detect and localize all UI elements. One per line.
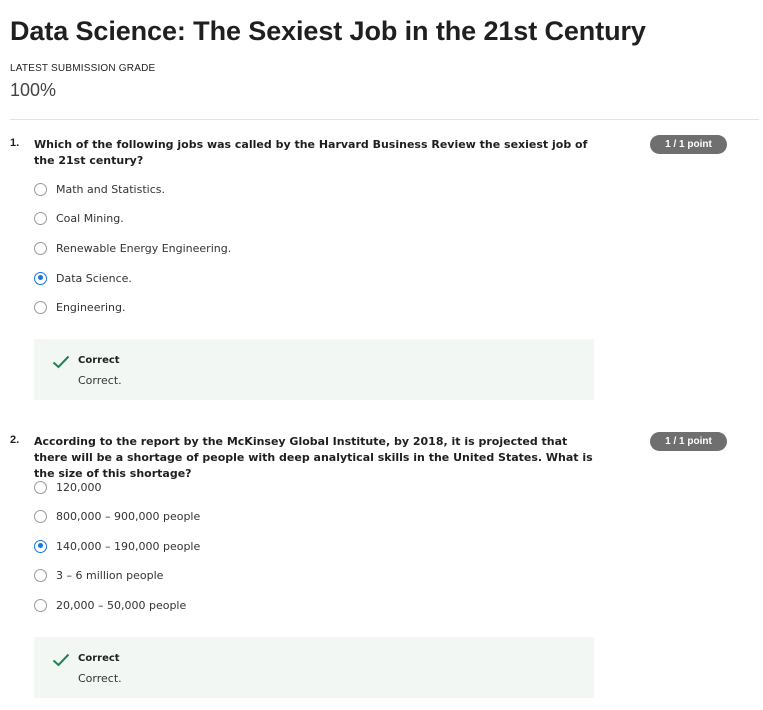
radio-button-selected[interactable]: [34, 539, 47, 553]
option-20000-50000[interactable]: 20,000 – 50,000 people: [34, 597, 186, 613]
points-badge: 1 / 1 point: [650, 135, 727, 154]
grade-label: LATEST SUBMISSION GRADE: [10, 63, 156, 74]
points-badge: 1 / 1 point: [650, 432, 727, 451]
radio-button[interactable]: [34, 480, 47, 494]
option-data-science[interactable]: Data Science.: [34, 270, 132, 286]
page-title: Data Science: The Sexiest Job in the 21s…: [10, 16, 646, 46]
option-engineering[interactable]: Engineering.: [34, 299, 126, 315]
option-label: Data Science.: [56, 271, 132, 285]
question-number: 1.: [10, 137, 20, 149]
option-800000-900000[interactable]: 800,000 – 900,000 people: [34, 508, 200, 524]
radio-button[interactable]: [34, 509, 47, 523]
radio-button[interactable]: [34, 598, 47, 612]
option-label: Engineering.: [56, 300, 126, 314]
option-120000[interactable]: 120,000: [34, 479, 102, 495]
radio-button-selected[interactable]: [34, 271, 47, 285]
feedback-box: Correct Correct.: [34, 637, 594, 698]
option-label: 120,000: [56, 480, 102, 494]
option-label: Renewable Energy Engineering.: [56, 241, 232, 255]
feedback-text: Correct.: [78, 374, 122, 387]
option-label: 140,000 – 190,000 people: [56, 539, 201, 553]
check-icon: [52, 653, 70, 667]
option-3-6-million[interactable]: 3 – 6 million people: [34, 567, 163, 583]
grade-value: 100%: [10, 80, 57, 100]
option-label: 3 – 6 million people: [56, 568, 164, 582]
radio-button[interactable]: [34, 182, 47, 196]
check-icon: [52, 355, 70, 369]
radio-button[interactable]: [34, 568, 47, 582]
option-math-and-statistics[interactable]: Math and Statistics.: [34, 181, 165, 197]
option-140000-190000[interactable]: 140,000 – 190,000 people: [34, 538, 200, 554]
divider: [10, 119, 759, 120]
question-number: 2.: [10, 434, 20, 446]
feedback-title: Correct: [78, 653, 120, 664]
question-text: According to the report by the McKinsey …: [34, 435, 593, 480]
radio-button[interactable]: [34, 300, 47, 314]
feedback-box: Correct Correct.: [34, 339, 594, 400]
question-text: Which of the following jobs was called b…: [34, 138, 588, 167]
option-label: Math and Statistics.: [56, 182, 165, 196]
radio-button[interactable]: [34, 211, 47, 225]
feedback-title: Correct: [78, 355, 120, 366]
option-label: 800,000 – 900,000 people: [56, 509, 201, 523]
radio-button[interactable]: [34, 241, 47, 255]
option-label: Coal Mining.: [56, 211, 124, 225]
option-coal-mining[interactable]: Coal Mining.: [34, 210, 124, 226]
option-renewable-energy[interactable]: Renewable Energy Engineering.: [34, 240, 231, 256]
feedback-text: Correct.: [78, 672, 122, 685]
option-label: 20,000 – 50,000 people: [56, 598, 187, 612]
